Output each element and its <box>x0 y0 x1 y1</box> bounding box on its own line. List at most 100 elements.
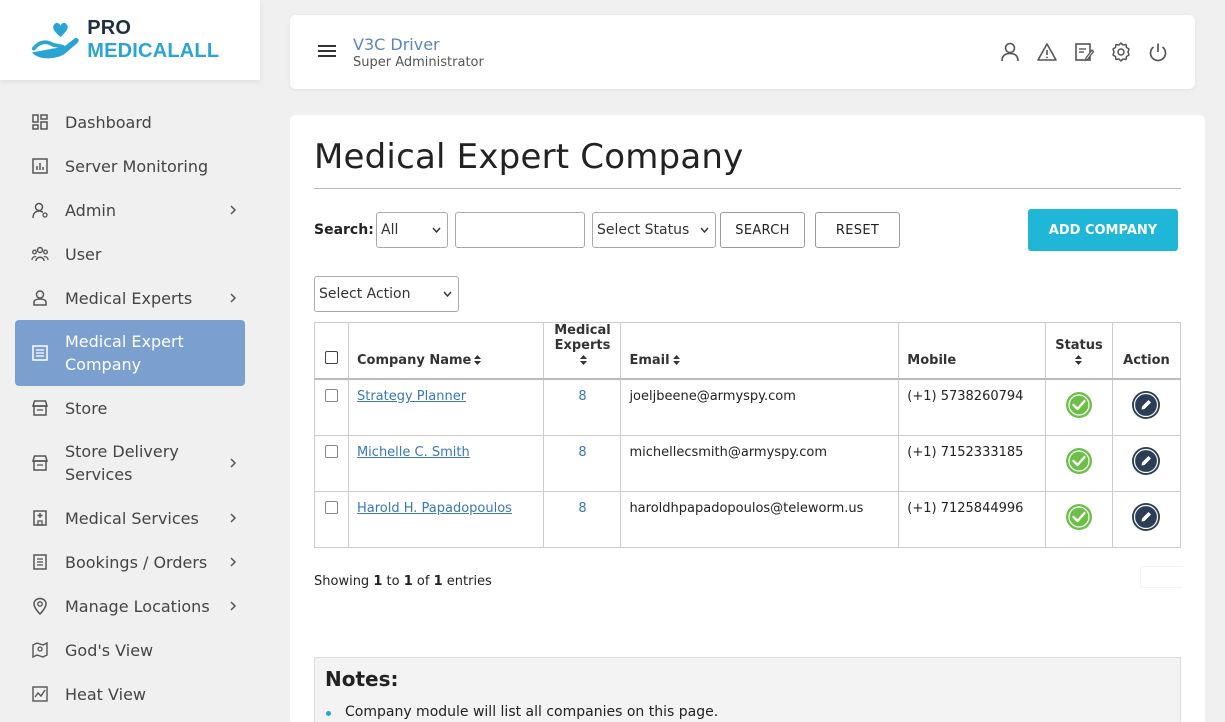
company-name-cell: Michelle C. Smith <box>347 434 545 492</box>
heatmap-icon <box>32 686 48 702</box>
company-link[interactable]: Strategy Planner <box>357 389 466 404</box>
edit-icon[interactable] <box>1131 390 1161 420</box>
sidebar-item-server-monitoring[interactable]: Server Monitoring <box>15 144 245 188</box>
column-company-name[interactable]: Company Name <box>347 322 545 380</box>
entries-summary: Showing 1 to 1 of 1 entries <box>314 574 492 589</box>
settings-icon[interactable] <box>1110 41 1132 63</box>
chevron-right-icon <box>230 458 237 468</box>
select-all-checkbox[interactable] <box>324 351 338 364</box>
company-link[interactable]: Harold H. Papadopoulos <box>357 501 512 516</box>
add-company-button[interactable]: ADD COMPANY <box>1028 209 1178 251</box>
edit-note-icon[interactable] <box>1073 41 1095 63</box>
page-title: Medical Expert Company <box>314 137 744 177</box>
pagination-control[interactable] <box>1140 566 1182 588</box>
status-cell <box>1045 378 1113 436</box>
logo[interactable]: PRO MEDICALALL <box>0 0 260 80</box>
users-icon <box>31 246 49 262</box>
experts-count-cell: 8 <box>543 378 622 436</box>
column-mobile: Mobile <box>898 322 1046 380</box>
row-checkbox[interactable] <box>324 444 338 458</box>
map-icon <box>32 641 48 659</box>
sidebar: PRO MEDICALALL Dashboard Server Monitori… <box>0 0 260 722</box>
sidebar-item-user[interactable]: User <box>15 232 245 276</box>
row-checkbox[interactable] <box>324 500 338 514</box>
top-header: V3C Driver Super Administrator <box>290 15 1195 89</box>
person-icon <box>33 290 47 306</box>
header-actions <box>984 41 1169 63</box>
bullet-icon <box>326 711 331 716</box>
experts-count-cell: 8 <box>543 490 622 548</box>
sidebar-item-heat-view[interactable]: Heat View <box>15 672 245 716</box>
chevron-right-icon <box>230 513 237 523</box>
location-icon <box>33 597 47 615</box>
power-icon[interactable] <box>1147 41 1169 63</box>
chevron-down-icon <box>443 291 452 297</box>
company-name-cell: Harold H. Papadopoulos <box>347 490 545 548</box>
sidebar-item-medical-expert-company[interactable]: Medical Expert Company <box>15 320 245 386</box>
status-select[interactable]: Select Status <box>592 212 716 248</box>
row-checkbox[interactable] <box>324 389 338 402</box>
edit-icon[interactable] <box>1131 446 1161 476</box>
logo-hand-heart-icon <box>31 22 79 59</box>
experts-count-link[interactable]: 8 <box>578 501 586 516</box>
experts-count-link[interactable]: 8 <box>578 445 586 460</box>
search-label: Search: <box>314 222 374 238</box>
search-input[interactable] <box>455 212 585 248</box>
notes-title: Notes: <box>325 667 399 691</box>
hamburger-menu-icon[interactable] <box>318 45 336 57</box>
user-role: Super Administrator <box>353 55 484 70</box>
sidebar-item-medical-experts[interactable]: Medical Experts <box>15 276 245 320</box>
bulk-action-select[interactable]: Select Action <box>314 276 459 312</box>
row-select-cell <box>314 434 349 492</box>
status-cell <box>1045 434 1113 492</box>
company-name-cell: Strategy Planner <box>347 378 545 436</box>
table-row: Strategy Planner 8 joeljbeene@armyspy.co… <box>314 378 1182 436</box>
action-cell <box>1111 378 1182 436</box>
chevron-right-icon <box>230 601 237 611</box>
search-field-select[interactable]: All <box>376 212 448 248</box>
sidebar-item-dashboard[interactable]: Dashboard <box>15 100 245 144</box>
status-active-icon[interactable] <box>1065 391 1093 419</box>
sidebar-item-store[interactable]: Store <box>15 386 245 430</box>
status-cell <box>1045 490 1113 548</box>
experts-count-cell: 8 <box>543 434 622 492</box>
sidebar-item-medical-services[interactable]: Medical Services <box>15 496 245 540</box>
sort-icon <box>672 355 680 365</box>
mobile-cell: (+1) 7152333185 <box>898 434 1046 492</box>
email-cell: michellecsmith@armyspy.com <box>620 434 900 492</box>
dashboard-icon <box>32 114 48 130</box>
brand-name: PRO MEDICALALL <box>87 17 220 62</box>
reset-button[interactable]: RESET <box>815 212 900 248</box>
company-table: Company Name Medical Experts Email Mobile… <box>314 322 1182 548</box>
action-cell <box>1111 434 1182 492</box>
sidebar-item-gods-view[interactable]: God's View <box>15 628 245 672</box>
company-link[interactable]: Michelle C. Smith <box>357 445 470 460</box>
list-icon <box>33 554 47 570</box>
column-medical-experts[interactable]: Medical Experts <box>543 322 622 380</box>
sort-icon <box>1075 355 1083 365</box>
sidebar-item-bookings-orders[interactable]: Bookings / Orders <box>15 540 245 584</box>
email-cell: joeljbeene@armyspy.com <box>620 378 900 436</box>
notes-item: Company module will list all companies o… <box>345 704 719 720</box>
row-select-cell <box>314 378 349 436</box>
status-active-icon[interactable] <box>1065 447 1093 475</box>
edit-icon[interactable] <box>1131 502 1161 532</box>
experts-count-link[interactable]: 8 <box>578 389 586 404</box>
store-icon <box>31 455 49 471</box>
column-status[interactable]: Status <box>1045 322 1113 380</box>
sidebar-item-admin[interactable]: Admin <box>15 188 245 232</box>
column-email[interactable]: Email <box>620 322 900 380</box>
warning-icon[interactable] <box>1036 41 1058 63</box>
sort-icon <box>474 355 482 365</box>
chevron-down-icon <box>700 227 709 233</box>
sidebar-item-manage-locations[interactable]: Manage Locations <box>15 584 245 628</box>
profile-icon[interactable] <box>999 41 1021 63</box>
sidebar-item-store-delivery-services[interactable]: Store Delivery Services <box>15 430 245 496</box>
table-row: Michelle C. Smith 8 michellecsmith@armys… <box>314 434 1182 492</box>
table-header-row: Company Name Medical Experts Email Mobile… <box>314 322 1182 380</box>
chevron-right-icon <box>230 293 237 303</box>
select-all-header <box>314 322 349 380</box>
search-button[interactable]: SEARCH <box>720 212 805 248</box>
status-active-icon[interactable] <box>1065 503 1093 531</box>
sort-icon <box>580 355 588 365</box>
